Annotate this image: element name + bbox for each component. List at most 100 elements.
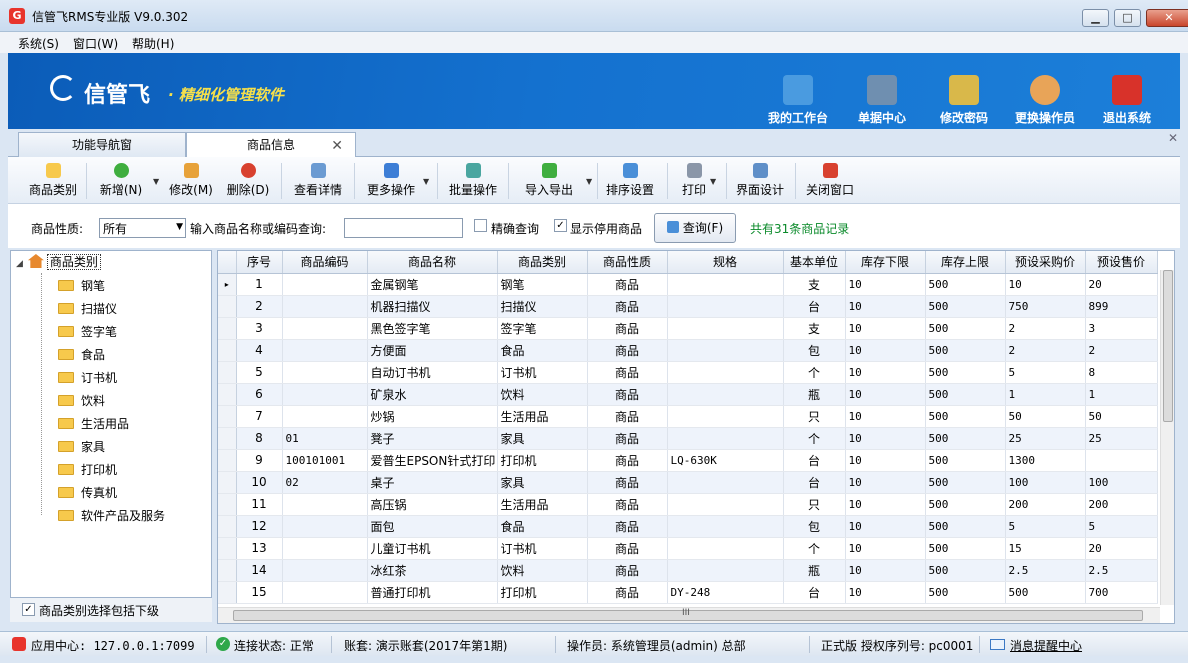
property-select[interactable]: 所有 ▼ bbox=[99, 218, 186, 238]
table-cell: 爱普生EPSON针式打印 bbox=[367, 449, 498, 472]
panel-close-icon[interactable]: ✕ bbox=[1168, 131, 1178, 145]
minimize-button[interactable]: ▁ bbox=[1082, 9, 1109, 27]
menu-window[interactable]: 窗口(W) bbox=[73, 35, 118, 52]
batch-button[interactable]: 批量操作 bbox=[445, 161, 501, 201]
delete-button[interactable]: 删除(D) bbox=[225, 161, 271, 201]
table-row[interactable]: 4 方便面 食品 商品包 10 500 2 2 bbox=[218, 339, 1158, 362]
table-row[interactable]: 5 自动订书机 订书机 商品个 10 500 5 8 bbox=[218, 361, 1158, 384]
table-row[interactable]: 9 100101001 爱普生EPSON针式打印 打印机 商品 LQ-630K 台 10 500… bbox=[218, 449, 1158, 472]
tree-item[interactable]: 传真机 bbox=[58, 484, 117, 502]
close-window-button[interactable]: 关闭窗口 bbox=[802, 161, 858, 201]
column-header[interactable]: 商品类别 bbox=[497, 251, 588, 274]
menu-system[interactable]: 系统(S) bbox=[18, 35, 59, 52]
table-cell bbox=[667, 317, 784, 340]
app-center-status: 应用中心: 127.0.0.1:7099 bbox=[31, 639, 195, 653]
table-row[interactable]: 14 冰红茶 饮料 商品瓶 10 500 2.5 2.5 bbox=[218, 559, 1158, 582]
sort-settings-button[interactable]: 排序设置 bbox=[602, 161, 658, 201]
import-export-dropdown-icon[interactable]: ▼ bbox=[586, 177, 592, 186]
column-header[interactable]: 库存下限 bbox=[845, 251, 926, 274]
tree-item[interactable]: 饮料 bbox=[58, 392, 105, 410]
column-header[interactable]: 商品编码 bbox=[282, 251, 368, 274]
nav-documents[interactable]: 单据中心 bbox=[837, 53, 927, 129]
table-row[interactable]: 7 炒锅 生活用品 商品只 10 500 50 50 bbox=[218, 405, 1158, 428]
table-cell: 商品 bbox=[587, 361, 668, 384]
vertical-scroll-thumb[interactable] bbox=[1163, 270, 1173, 422]
horizontal-scrollbar[interactable]: III bbox=[218, 607, 1160, 623]
column-header[interactable]: 库存上限 bbox=[925, 251, 1006, 274]
tab-goods-info[interactable]: 商品信息 ✕ bbox=[186, 132, 356, 157]
table-row[interactable]: 13 儿童订书机 订书机 商品 个 10 500 15 20 bbox=[218, 537, 1158, 560]
tree-item[interactable]: 食品 bbox=[58, 346, 105, 364]
edit-button[interactable]: 修改(M) bbox=[168, 161, 214, 201]
include-subcategory-option: ✓ 商品类别选择包括下级 bbox=[10, 598, 212, 622]
more-actions-button[interactable]: 更多操作 bbox=[363, 161, 419, 201]
tab-function-nav[interactable]: 功能导航窗 bbox=[18, 132, 186, 157]
show-disabled-checkbox[interactable]: ✓ bbox=[554, 219, 567, 232]
column-header[interactable]: 商品名称 bbox=[367, 251, 498, 274]
tree-item[interactable]: 软件产品及服务 bbox=[58, 507, 165, 525]
message-center-link[interactable]: 消息提醒中心 bbox=[1010, 637, 1082, 654]
table-cell: 商品 bbox=[587, 427, 668, 450]
tree-item[interactable]: 生活用品 bbox=[58, 415, 129, 433]
more-icon bbox=[383, 163, 399, 178]
import-export-button[interactable]: 导入导出 bbox=[516, 161, 582, 201]
tree-item[interactable]: 签字笔 bbox=[58, 323, 117, 341]
tab-close-icon[interactable]: ✕ bbox=[331, 134, 343, 158]
query-button[interactable]: 查询(F) bbox=[654, 213, 736, 243]
table-row[interactable]: ▸ 1 金属钢笔 钢笔 商品支 10 500 10 20 bbox=[218, 273, 1158, 296]
table-row[interactable]: 8 01 凳子 家具 商品个 10 500 25 25 bbox=[218, 427, 1158, 450]
view-details-button[interactable]: 查看详情 bbox=[290, 161, 346, 201]
tree-item[interactable]: 订书机 bbox=[58, 369, 117, 387]
column-header[interactable]: 基本单位 bbox=[783, 251, 846, 274]
tree-item[interactable]: 打印机 bbox=[58, 461, 117, 479]
search-input[interactable] bbox=[344, 218, 463, 238]
menu-help[interactable]: 帮助(H) bbox=[132, 35, 174, 52]
folder-icon bbox=[58, 303, 74, 314]
nav-exit[interactable]: 退出系统 bbox=[1082, 53, 1172, 129]
collapse-icon[interactable]: ◢ bbox=[16, 259, 23, 269]
table-row[interactable]: 10 02 桌子 家具 商品台 10 500 100 100 bbox=[218, 471, 1158, 494]
exact-query-checkbox[interactable] bbox=[474, 219, 487, 232]
table-cell bbox=[282, 537, 368, 560]
maximize-button[interactable]: □ bbox=[1114, 9, 1141, 27]
status-divider bbox=[809, 636, 810, 653]
close-button[interactable]: ✕ bbox=[1146, 9, 1188, 27]
horizontal-scroll-thumb[interactable]: III bbox=[233, 608, 1143, 621]
column-header[interactable]: 商品性质 bbox=[587, 251, 668, 274]
table-cell bbox=[667, 361, 784, 384]
tab-goods-label: 商品信息 bbox=[246, 138, 295, 152]
document-list-icon bbox=[867, 75, 897, 105]
tree-item[interactable]: 家具 bbox=[58, 438, 105, 456]
table-cell: 500 bbox=[925, 405, 1006, 428]
banner: 信管飞 · 精细化管理软件 我的工作台 单据中心 修改密码 更换操作员 退出系统 bbox=[8, 53, 1180, 129]
nav-change-operator[interactable]: 更换操作员 bbox=[1000, 53, 1090, 129]
folder-icon bbox=[58, 510, 74, 521]
nav-change-password[interactable]: 修改密码 bbox=[919, 53, 1009, 129]
table-cell: 500 bbox=[925, 515, 1006, 538]
tree-item[interactable]: 钢笔 bbox=[58, 277, 105, 295]
tree-item[interactable]: 扫描仪 bbox=[58, 300, 117, 318]
table-cell: 2.5 bbox=[1085, 559, 1158, 582]
column-header[interactable]: 规格 bbox=[667, 251, 784, 274]
table-row[interactable]: 11 高压锅 生活用品 商品只 10 500 200 200 bbox=[218, 493, 1158, 516]
column-header[interactable]: 预设采购价 bbox=[1005, 251, 1086, 274]
vertical-scrollbar[interactable] bbox=[1160, 270, 1174, 605]
nav-workbench[interactable]: 我的工作台 bbox=[753, 53, 843, 129]
add-dropdown-icon[interactable]: ▼ bbox=[153, 177, 159, 186]
column-header[interactable]: 预设售价 bbox=[1085, 251, 1158, 274]
table-row[interactable]: 3 黑色签字笔 签字笔 商品支 10 500 2 3 bbox=[218, 317, 1158, 340]
table-row[interactable]: 6 矿泉水 饮料 商品瓶 10 500 1 1 bbox=[218, 383, 1158, 406]
table-row[interactable]: 2 机器扫描仪 扫描仪 商品 台 10 500 750 899 bbox=[218, 295, 1158, 318]
goods-category-button[interactable]: 商品类别 bbox=[28, 161, 78, 201]
more-dropdown-icon[interactable]: ▼ bbox=[423, 177, 429, 186]
add-button[interactable]: 新增(N) bbox=[96, 161, 146, 201]
table-row[interactable]: 12 面包 食品 商品包 10 500 5 5 bbox=[218, 515, 1158, 538]
layout-design-button[interactable]: 界面设计 bbox=[732, 161, 788, 201]
print-button[interactable]: 打印 bbox=[675, 161, 713, 201]
print-dropdown-icon[interactable]: ▼ bbox=[710, 177, 716, 186]
table-row[interactable]: 15 普通打印机 打印机 商品 DY-248 台 10 500 500 700 bbox=[218, 581, 1158, 604]
column-header[interactable]: 序号 bbox=[236, 251, 283, 274]
include-subcategory-checkbox[interactable]: ✓ bbox=[22, 603, 35, 616]
row-indicator bbox=[218, 339, 237, 362]
tree-root[interactable]: ◢ 商品类别 bbox=[16, 253, 101, 270]
